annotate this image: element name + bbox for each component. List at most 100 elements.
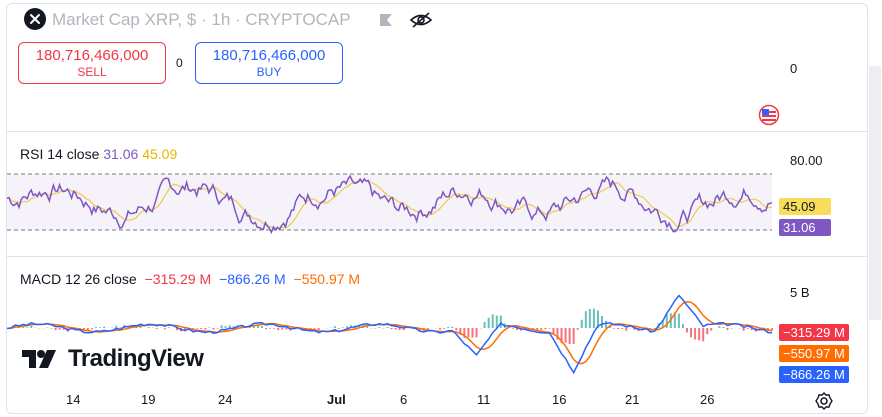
macd-hist-bar [621, 328, 624, 330]
macd-hist-bar [337, 328, 340, 329]
rsi-ma-tag: 45.09 [779, 198, 831, 215]
macd-hist-bar [261, 325, 263, 328]
macd-hist-bar [54, 328, 57, 331]
macd-hist-bar [196, 328, 199, 329]
buy-price: 180,716,466,000 [212, 47, 326, 64]
macd-hist-bar [50, 328, 53, 329]
macd-hist-bar [91, 328, 93, 330]
price-axis-zero: 0 [790, 61, 798, 76]
macd-hist-bar [605, 320, 608, 328]
macd-hist-bar [548, 328, 551, 329]
macd-hist-bar [265, 328, 268, 330]
macd-hist-bar [228, 325, 231, 328]
macd-hist-bar [163, 328, 166, 330]
macd-hist-bar [540, 328, 543, 330]
macd-hist-bar [374, 328, 377, 329]
macd-hist-bar [544, 328, 547, 330]
time-axis-tick: 26 [700, 392, 715, 407]
rsi-plot [6, 173, 773, 235]
macd-hist-bar [690, 328, 693, 338]
macd-hist-bar [572, 328, 575, 344]
macd-hist-bar [273, 328, 276, 329]
macd-hist-bar [686, 328, 688, 333]
macd-hist-bar [730, 328, 733, 329]
macd-hist-bar [475, 328, 478, 338]
macd-hist-bar [564, 328, 567, 343]
macd-hist-bar [584, 311, 587, 328]
sell-price: 180,716,466,000 [35, 47, 149, 64]
time-axis-tick: 19 [141, 392, 156, 407]
macd-hist-bar [710, 328, 713, 331]
macd-hist-bar [742, 328, 745, 331]
macd-hist-bar [677, 313, 680, 328]
time-axis-tick: 24 [218, 392, 233, 407]
macd-hist-bar [681, 323, 684, 328]
macd-hist-bar [447, 326, 450, 328]
macd-hist-bar [702, 328, 705, 342]
tradingview-logo-icon [22, 350, 56, 368]
macd-hist-bar [568, 328, 571, 345]
macd-hist-bar [30, 325, 33, 328]
time-axis-tick: 21 [625, 392, 640, 407]
macd-signal-tag: −550.97 M [779, 345, 849, 362]
macd-hist-bar [208, 327, 211, 328]
time-axis-tick: 6 [400, 392, 408, 407]
macd-hist-bar [394, 328, 397, 330]
chart-title: Market Cap XRP, $ · 1h · CRYPTOCAP [52, 10, 351, 30]
sell-label: SELL [77, 65, 107, 79]
macd-hist-bar [451, 326, 454, 328]
macd-hist-bar [341, 327, 344, 328]
macd-hist-bar [26, 327, 29, 328]
eye-off-icon[interactable] [409, 11, 433, 34]
macd-hist-bar [269, 328, 272, 329]
macd-hist-bar [224, 326, 227, 328]
macd-hist-bar [601, 316, 603, 328]
pane-separator-1[interactable] [7, 131, 868, 132]
macd-hist-bar [771, 328, 773, 331]
macd-hist-bar [588, 308, 591, 328]
flag-icon[interactable] [378, 12, 394, 33]
macd-hist-bar [698, 328, 701, 341]
macd-hist-bar [95, 327, 98, 328]
macd-hist-bar [398, 328, 401, 331]
macd-hist-bar [204, 328, 207, 330]
macd-hist-bar [471, 328, 474, 338]
macd-hist-bar [491, 314, 494, 328]
right-scrollbar[interactable] [869, 66, 881, 320]
pane-separator-2[interactable] [7, 256, 868, 257]
macd-hist-tag: −315.29 M [779, 324, 849, 341]
sell-button[interactable]: 180,716,466,000 SELL [18, 42, 166, 84]
buy-label: BUY [256, 65, 282, 79]
macd-hist-bar [499, 315, 502, 328]
macd-hist-bar [443, 328, 446, 329]
macd-hist-bar [212, 328, 215, 330]
macd-hist-bar [580, 319, 583, 328]
macd-hist-bar [390, 328, 393, 330]
macd-hist-bar [103, 326, 106, 328]
macd-hist-bar [625, 328, 628, 331]
close-icon[interactable] [24, 8, 46, 30]
currency-flag-icon[interactable] [758, 104, 780, 131]
macd-hist-bar [694, 328, 697, 340]
macd-axis-top: 5 B [790, 285, 810, 300]
macd-hist-bar [592, 308, 595, 328]
rsi-band [7, 174, 772, 230]
macd-hist-bar [281, 328, 284, 330]
macd-hist-bar [167, 327, 170, 328]
macd-hist-bar [216, 328, 219, 329]
macd-hist-bar [378, 327, 381, 328]
macd-hist-bar [576, 328, 579, 330]
macd-hist-bar [718, 326, 721, 328]
macd-hist-bar [155, 328, 158, 329]
settings-gear-icon[interactable] [815, 392, 833, 415]
macd-hist-bar [483, 321, 486, 328]
macd-hist-bar [511, 328, 514, 329]
macd-hist-bar [317, 328, 320, 331]
macd-hist-bar [119, 327, 122, 328]
tradingview-logo[interactable]: TradingView [22, 345, 204, 373]
macd-hist-bar [313, 328, 316, 329]
macd-hist-bar [426, 328, 429, 329]
buy-button[interactable]: 180,716,466,000 BUY [195, 42, 343, 84]
macd-hist-bar [333, 326, 336, 328]
macd-hist-bar [439, 328, 442, 330]
